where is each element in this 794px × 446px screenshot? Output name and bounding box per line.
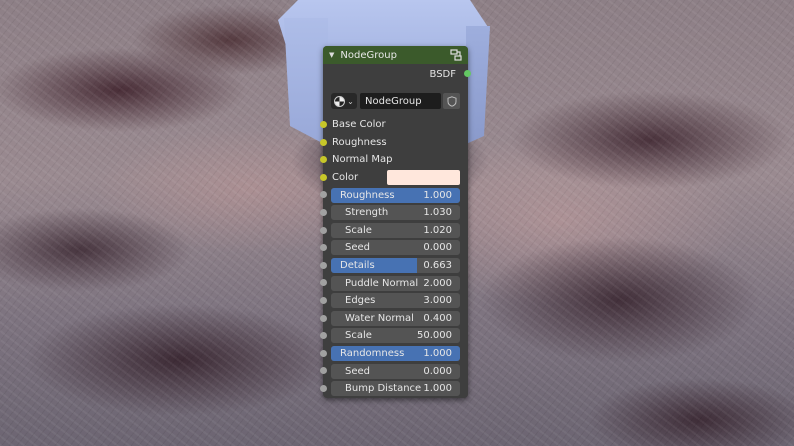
collapse-arrow-icon[interactable]: ▼	[329, 51, 334, 59]
input-label: Base Color	[332, 119, 386, 131]
number-field[interactable]: Water Normal 0.400	[331, 310, 460, 326]
value-fields: Roughness 1.000 Strength 1.030 Scale 1.020 See…	[320, 186, 468, 398]
node-header[interactable]: ▼ NodeGroup	[323, 46, 468, 64]
input-normal-map: Normal Map	[320, 151, 468, 169]
number-field[interactable]: Puddle Normal 2.000	[331, 275, 460, 291]
value-socket[interactable]	[320, 367, 327, 375]
output-bsdf: BSDF	[323, 64, 471, 84]
field-row: Puddle Normal 2.000	[320, 274, 468, 292]
field-value: 2.000	[423, 277, 452, 289]
output-bsdf-label: BSDF	[429, 68, 456, 80]
value-socket[interactable]	[320, 314, 327, 322]
field-row: Randomness 1.000	[320, 345, 468, 363]
field-row: Details 0.663	[320, 257, 468, 275]
field-value: 0.663	[423, 260, 452, 272]
shield-icon	[447, 95, 456, 107]
number-field[interactable]: Strength 1.030	[331, 205, 460, 221]
value-slider[interactable]: Details 0.663	[331, 258, 460, 274]
value-socket[interactable]	[320, 279, 327, 287]
number-field[interactable]: Scale 50.000	[331, 328, 460, 344]
input-label: Normal Map	[332, 154, 393, 166]
number-field[interactable]: Bump Distance 1.000	[331, 381, 460, 397]
input-color: Color	[320, 169, 468, 187]
bsdf-output-socket[interactable]	[464, 70, 471, 77]
field-value: 1.000	[423, 348, 452, 360]
field-row: Bump Distance 1.000	[320, 380, 468, 398]
field-label: Details	[340, 260, 375, 272]
input-label: Roughness	[332, 136, 387, 148]
value-socket[interactable]	[320, 332, 327, 340]
value-slider[interactable]: Roughness 1.000	[331, 187, 460, 203]
field-value: 0.000	[423, 242, 452, 254]
3d-viewport[interactable]: ▼ NodeGroup BSDF ⌄ NodeGroup Base Color …	[0, 0, 794, 446]
roughness-socket[interactable]	[320, 138, 327, 146]
field-row: Seed 0.000	[320, 239, 468, 257]
field-label: Scale	[345, 330, 372, 342]
node-group-node[interactable]: ▼ NodeGroup BSDF ⌄ NodeGroup Base Color …	[320, 46, 471, 398]
field-value: 0.000	[423, 365, 452, 377]
value-socket[interactable]	[320, 226, 327, 234]
node-group-name-field[interactable]: NodeGroup	[360, 93, 441, 109]
node-title: NodeGroup	[340, 49, 397, 61]
field-value: 1.000	[423, 383, 452, 395]
color-socket[interactable]	[320, 173, 327, 181]
value-slider[interactable]: Randomness 1.000	[331, 346, 460, 362]
fake-user-button[interactable]	[443, 93, 460, 109]
material-sphere-icon	[334, 95, 346, 107]
field-label: Seed	[345, 242, 370, 254]
field-row: Roughness 1.000	[320, 186, 468, 204]
number-field[interactable]: Seed 0.000	[331, 240, 460, 256]
value-socket[interactable]	[320, 261, 327, 269]
field-value: 3.000	[423, 295, 452, 307]
input-label: Color	[332, 172, 359, 184]
field-row: Scale 1.020	[320, 222, 468, 240]
field-row: Seed 0.000	[320, 362, 468, 380]
field-label: Scale	[345, 224, 372, 236]
value-socket[interactable]	[320, 384, 327, 392]
value-socket[interactable]	[320, 208, 327, 216]
field-row: Strength 1.030	[320, 204, 468, 222]
normal-map-socket[interactable]	[320, 156, 327, 164]
field-label: Water Normal	[345, 312, 414, 324]
field-value: 1.020	[423, 224, 452, 236]
field-label: Seed	[345, 365, 370, 377]
field-row: Edges 3.000	[320, 292, 468, 310]
field-value: 50.000	[417, 330, 452, 342]
number-field[interactable]: Scale 1.020	[331, 222, 460, 238]
number-field[interactable]: Edges 3.000	[331, 293, 460, 309]
field-label: Strength	[345, 207, 389, 219]
node-group-icon[interactable]	[450, 49, 462, 64]
field-label: Bump Distance	[345, 383, 422, 395]
field-row: Scale 50.000	[320, 327, 468, 345]
browse-node-group-button[interactable]: ⌄	[331, 93, 357, 109]
field-row: Water Normal 0.400	[320, 310, 468, 328]
field-label: Edges	[345, 295, 376, 307]
number-field[interactable]: Seed 0.000	[331, 363, 460, 379]
input-base-color: Base Color	[320, 116, 468, 134]
input-roughness: Roughness	[320, 134, 468, 152]
chevron-down-icon: ⌄	[347, 96, 354, 106]
field-label: Roughness	[340, 189, 395, 201]
value-socket[interactable]	[320, 349, 327, 357]
color-swatch[interactable]	[387, 170, 460, 186]
field-value: 0.400	[423, 312, 452, 324]
field-label: Puddle Normal	[345, 277, 419, 289]
base-color-socket[interactable]	[320, 121, 327, 128]
field-value: 1.000	[423, 189, 452, 201]
field-value: 1.030	[423, 207, 452, 219]
value-socket[interactable]	[320, 191, 327, 199]
value-socket[interactable]	[320, 296, 327, 304]
node-group-selector: ⌄ NodeGroup	[323, 90, 468, 112]
field-label: Randomness	[340, 348, 405, 360]
value-socket[interactable]	[320, 244, 327, 252]
